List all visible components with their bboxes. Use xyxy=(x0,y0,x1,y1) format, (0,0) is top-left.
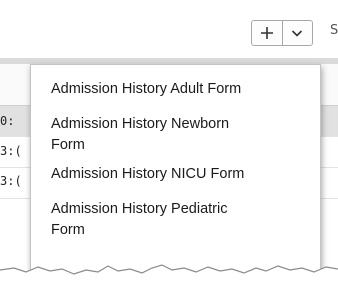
toolbar: S xyxy=(0,0,338,58)
table-cell: 3:( xyxy=(0,174,22,188)
dropdown-toggle-button[interactable] xyxy=(281,21,312,45)
plus-icon xyxy=(260,27,273,39)
menu-item-pediatric-form[interactable]: Admission History Pediatric Form xyxy=(31,199,271,249)
add-button[interactable] xyxy=(252,21,282,45)
form-dropdown-menu: Admission History Adult Form Admission H… xyxy=(30,64,321,285)
add-form-button-group xyxy=(251,20,313,46)
torn-edge xyxy=(0,264,338,285)
menu-item-nicu-form[interactable]: Admission History NICU Form xyxy=(31,164,320,199)
menu-item-newborn-form[interactable]: Admission History Newborn Form xyxy=(31,114,271,164)
table-cell: 3:( xyxy=(0,144,22,158)
menu-item-adult-form[interactable]: Admission History Adult Form xyxy=(31,79,320,114)
chevron-down-icon xyxy=(292,30,303,37)
toolbar-cut-label: S xyxy=(330,23,338,38)
table-cell: 0: xyxy=(0,114,15,128)
